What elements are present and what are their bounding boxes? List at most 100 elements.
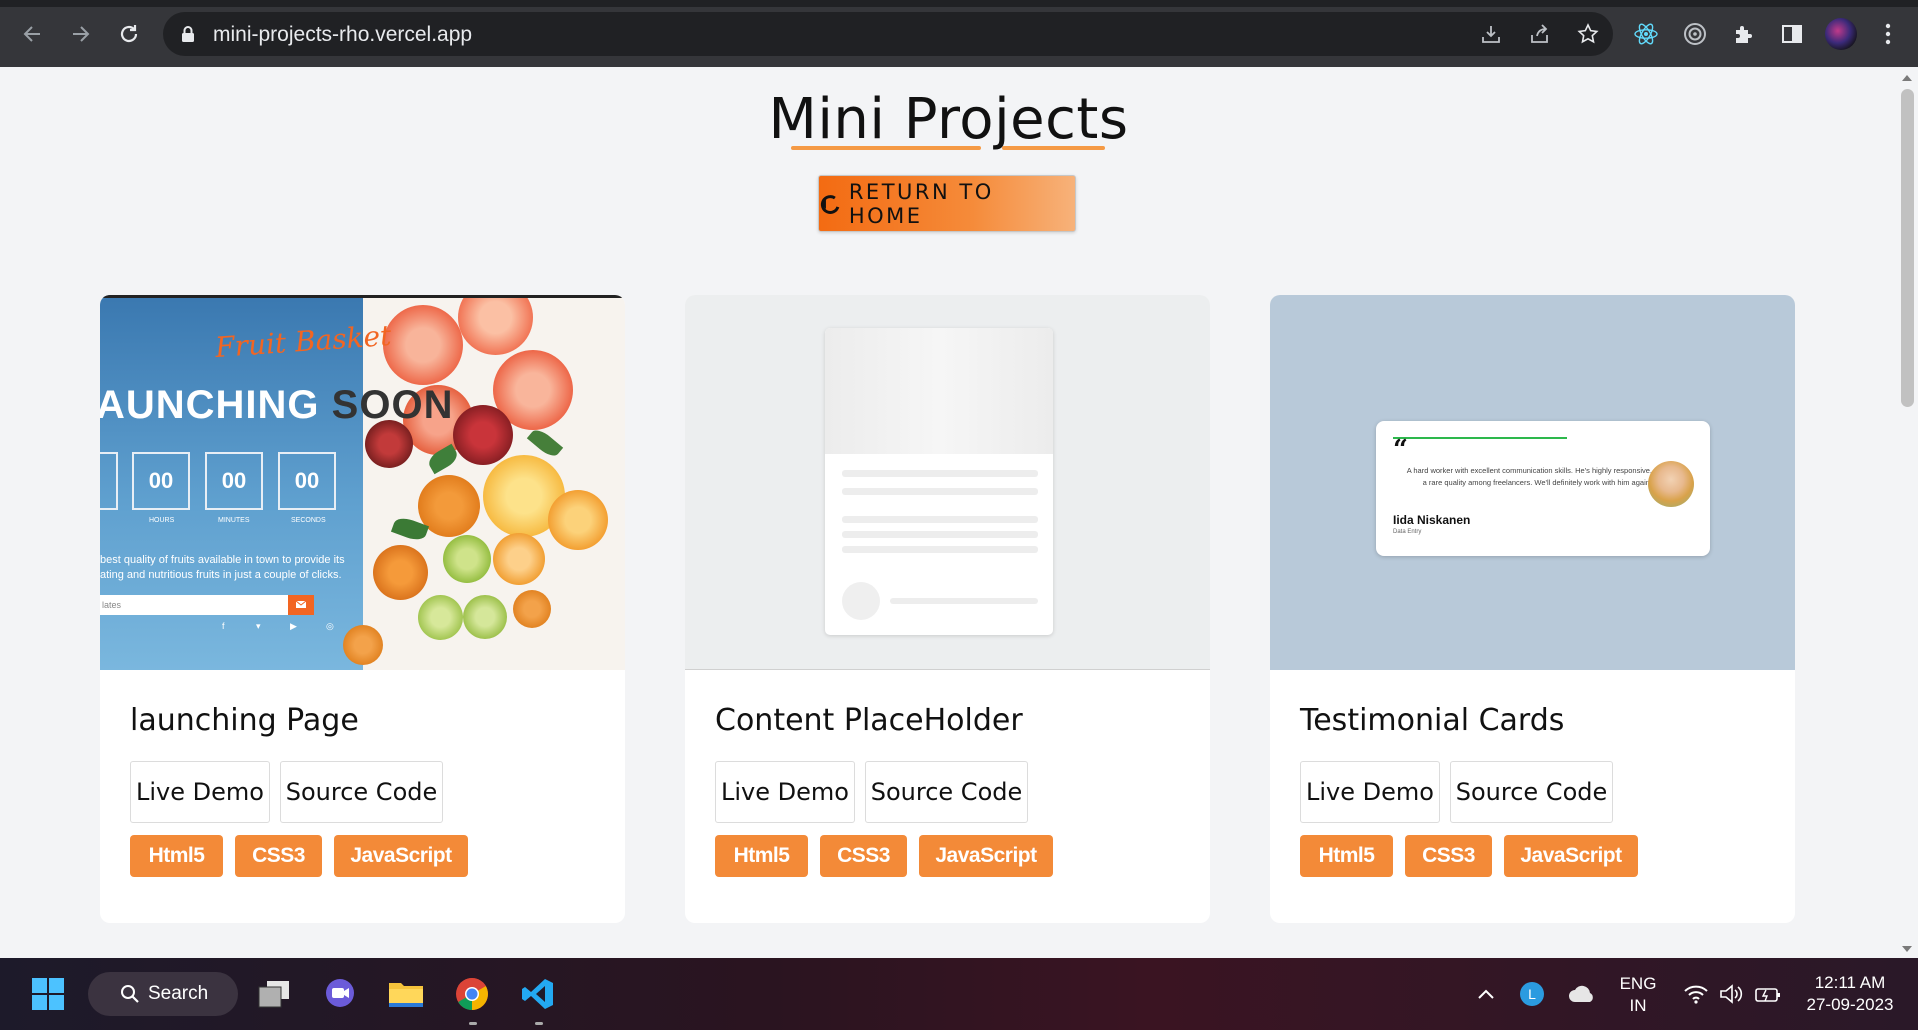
bookmark-button[interactable] xyxy=(1576,22,1600,46)
vertical-scrollbar[interactable] xyxy=(1897,67,1918,958)
project-preview-image[interactable] xyxy=(685,295,1210,670)
windows-logo-icon xyxy=(32,978,64,1010)
react-devtools-extension[interactable] xyxy=(1632,20,1660,48)
address-bar[interactable]: mini-projects-rho.vercel.app xyxy=(163,12,1613,56)
testimonial-role: Data Entry xyxy=(1393,529,1422,535)
share-button[interactable] xyxy=(1528,22,1552,46)
network-button[interactable] xyxy=(1678,976,1714,1012)
url-text[interactable]: mini-projects-rho.vercel.app xyxy=(213,23,472,47)
reload-icon xyxy=(120,25,138,43)
onedrive-button[interactable] xyxy=(1564,976,1600,1012)
page-viewport: Mini Projects RETURN TO HOME Fruit Baske… xyxy=(0,67,1918,958)
install-app-button[interactable] xyxy=(1479,22,1503,46)
speaker-icon xyxy=(1720,984,1743,1004)
chrome-icon xyxy=(456,978,488,1010)
battery-icon xyxy=(1755,988,1780,1002)
source-code-button[interactable]: Source Code xyxy=(280,761,443,823)
blood-orange-slice xyxy=(453,405,513,465)
preview-counter-label: HOURS xyxy=(149,517,175,524)
tech-tag: CSS3 xyxy=(820,835,907,877)
placeholder-line xyxy=(842,531,1038,538)
testimonial-name: Iida Niskanen xyxy=(1393,513,1471,527)
source-code-button[interactable]: Source Code xyxy=(1450,761,1613,823)
tech-tag: CSS3 xyxy=(235,835,322,877)
tangerine xyxy=(343,625,383,665)
tech-tag: CSS3 xyxy=(1405,835,1492,877)
cloud-icon xyxy=(1569,985,1593,1002)
app-tray-icon[interactable]: L xyxy=(1514,976,1550,1012)
return-to-home-button[interactable]: RETURN TO HOME xyxy=(818,175,1076,232)
preview-background xyxy=(685,295,1210,670)
title-underline xyxy=(791,146,981,150)
clock-date: 27-09-2023 xyxy=(1806,995,1894,1014)
placeholder-thumbnail xyxy=(825,328,1053,454)
react-icon xyxy=(1634,23,1658,45)
page-title: Mini Projects xyxy=(768,87,1129,152)
taskbar-search[interactable]: Search xyxy=(88,972,238,1016)
title-underline xyxy=(1002,146,1105,150)
forward-button[interactable] xyxy=(65,18,97,50)
instagram-icon: ◎ xyxy=(326,621,334,631)
project-card: Content PlaceHolder Live Demo Source Cod… xyxy=(685,295,1210,923)
tech-tag: JavaScript xyxy=(334,835,468,877)
project-title: launching Page xyxy=(130,703,359,738)
file-explorer-button[interactable] xyxy=(388,976,424,1012)
share-icon xyxy=(1531,24,1548,43)
download-icon xyxy=(1482,26,1500,43)
target-extension[interactable] xyxy=(1681,20,1709,48)
menu-button[interactable] xyxy=(1874,20,1902,48)
preview-description-line: best quality of fruits available in town… xyxy=(100,554,345,566)
scroll-down-arrow[interactable] xyxy=(1902,946,1912,952)
reload-button[interactable] xyxy=(113,18,145,50)
project-preview-image[interactable]: “ A hard worker with excellent communica… xyxy=(1270,295,1795,670)
chrome-button[interactable] xyxy=(454,976,490,1012)
windows-taskbar: Search L ENG IN 12:11 AM 27-09-2023 xyxy=(0,958,1918,1030)
teams-chat-button[interactable] xyxy=(322,976,358,1012)
puzzle-icon xyxy=(1736,26,1752,43)
battery-button[interactable] xyxy=(1750,976,1786,1012)
orange-slice xyxy=(493,533,545,585)
placeholder-avatar xyxy=(842,582,880,620)
side-panel-icon xyxy=(1782,25,1802,43)
accent-line xyxy=(1393,437,1567,439)
language-code: ENG xyxy=(1619,974,1657,993)
browser-toolbar: mini-projects-rho.vercel.app xyxy=(0,0,1918,67)
project-card: “ A hard worker with excellent communica… xyxy=(1270,295,1795,923)
vscode-button[interactable] xyxy=(520,976,556,1012)
source-code-button[interactable]: Source Code xyxy=(865,761,1028,823)
tangerine xyxy=(373,545,428,600)
tech-tag: Html5 xyxy=(130,835,223,877)
orange-slice xyxy=(548,490,608,550)
scroll-up-arrow[interactable] xyxy=(1902,75,1912,81)
return-arrow-icon xyxy=(820,194,840,214)
live-demo-button[interactable]: Live Demo xyxy=(130,761,270,823)
chat-icon xyxy=(326,979,354,1007)
placeholder-line xyxy=(890,598,1038,604)
clock[interactable]: 12:11 AM 27-09-2023 xyxy=(1795,972,1905,1016)
project-preview-image[interactable]: Fruit Basket AUNCHING SOON 00 00 00 HOUR… xyxy=(100,295,625,670)
preview-background: “ A hard worker with excellent communica… xyxy=(1270,295,1795,670)
extensions-button[interactable] xyxy=(1730,20,1758,48)
live-demo-button[interactable]: Live Demo xyxy=(715,761,855,823)
show-hidden-icons-button[interactable] xyxy=(1468,976,1504,1012)
scroll-thumb[interactable] xyxy=(1901,89,1914,407)
project-card: Fruit Basket AUNCHING SOON 00 00 00 HOUR… xyxy=(100,295,625,923)
start-button[interactable] xyxy=(30,976,66,1012)
task-view-button[interactable] xyxy=(256,976,292,1012)
language-indicator[interactable]: ENG IN xyxy=(1613,973,1663,1017)
tech-tag: JavaScript xyxy=(1504,835,1638,877)
side-panel-button[interactable] xyxy=(1778,20,1806,48)
volume-button[interactable] xyxy=(1714,976,1750,1012)
preview-counter-box: 00 xyxy=(132,452,190,510)
preview-heading-light: AUNCHING xyxy=(100,383,332,427)
profile-avatar[interactable] xyxy=(1825,18,1857,50)
arrow-right-icon xyxy=(73,26,90,42)
grapefruit-slice xyxy=(458,295,533,355)
testimonial-avatar xyxy=(1648,461,1694,507)
back-button[interactable] xyxy=(16,18,48,50)
live-demo-button[interactable]: Live Demo xyxy=(1300,761,1440,823)
return-to-home-label: RETURN TO HOME xyxy=(848,179,994,228)
tangerine xyxy=(513,590,551,628)
preview-counter-label: SECONDS xyxy=(291,517,326,524)
preview-fruit-panel xyxy=(343,295,625,670)
